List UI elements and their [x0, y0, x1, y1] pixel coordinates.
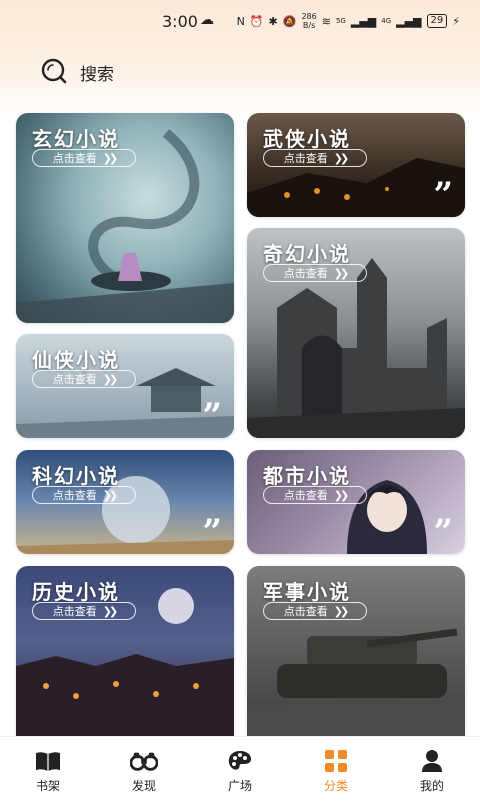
double-chevron-icon: ❯❯	[333, 604, 350, 618]
search-bar[interactable]: 搜索	[40, 56, 114, 88]
category-card-lishi[interactable]: 历史小说 点击查看 ❯❯	[16, 566, 234, 736]
view-button-label: 点击查看	[52, 489, 97, 502]
net-speed-unit: B/s	[302, 21, 316, 30]
double-chevron-icon: ❯❯	[333, 266, 350, 280]
bluetooth-icon: ✱	[268, 14, 278, 28]
status-time: 3:00	[162, 12, 198, 31]
card-title: 历史小说	[32, 580, 120, 604]
view-button-label: 点击查看	[52, 152, 97, 165]
quote-icon: ”	[433, 512, 453, 552]
double-chevron-icon: ❯❯	[333, 488, 350, 502]
view-button[interactable]: 点击查看 ❯❯	[263, 264, 367, 282]
signal-icon-2: ▂▄▆	[396, 14, 422, 28]
view-button[interactable]: 点击查看 ❯❯	[263, 149, 367, 167]
view-button[interactable]: 点击查看 ❯❯	[32, 370, 136, 388]
alarm-icon: ⏰	[249, 14, 264, 28]
nav-category[interactable]: 分类	[288, 737, 384, 794]
double-chevron-icon: ❯❯	[102, 151, 119, 165]
search-icon	[41, 58, 67, 84]
wifi-icon: ≋	[321, 14, 331, 28]
category-card-kehuan[interactable]: 科幻小说 点击查看 ❯❯ ”	[16, 450, 234, 554]
mute-icon: 🔕	[282, 14, 297, 28]
card-title: 奇幻小说	[263, 242, 351, 266]
card-title: 都市小说	[263, 464, 351, 488]
nav-label: 我的	[419, 779, 444, 793]
view-button-label: 点击查看	[283, 267, 328, 280]
nav-label: 发现	[131, 779, 156, 793]
battery-icon: 29	[426, 14, 448, 28]
card-title: 科幻小说	[32, 464, 120, 488]
nav-discover[interactable]: 发现	[96, 737, 192, 794]
double-chevron-icon: ❯❯	[333, 151, 350, 165]
category-card-qihuan[interactable]: 奇幻小说 点击查看 ❯❯	[247, 228, 465, 438]
signal-icon: ▂▄▆	[350, 14, 377, 28]
binoculars-icon	[130, 749, 158, 773]
view-button-label: 点击查看	[283, 605, 328, 618]
category-card-xuanhuan[interactable]: 玄幻小说 点击查看 ❯❯	[16, 113, 234, 323]
palette-icon	[226, 749, 254, 773]
double-chevron-icon: ❯❯	[102, 488, 119, 502]
nav-bookshelf[interactable]: 书架	[0, 737, 96, 794]
person-icon	[418, 749, 446, 773]
card-title: 武侠小说	[263, 127, 351, 151]
view-button[interactable]: 点击查看 ❯❯	[32, 149, 136, 167]
view-button-label: 点击查看	[283, 489, 328, 502]
quote-icon: ”	[202, 396, 222, 436]
nav-label: 书架	[35, 779, 60, 793]
wechat-icon: ☁	[200, 12, 214, 28]
category-card-dushi[interactable]: 都市小说 点击查看 ❯❯ ”	[247, 450, 465, 554]
quote-icon: ”	[202, 512, 222, 552]
card-title: 仙侠小说	[32, 348, 120, 372]
status-bar: 3:00 ☁ N ⏰ ✱ 🔕 286 B/s ≋ 5G ▂▄▆ 4G ▂▄▆ 2…	[0, 0, 480, 44]
double-chevron-icon: ❯❯	[102, 604, 119, 618]
signal-5g-label: 5G	[335, 17, 346, 25]
search-label: 搜索	[80, 64, 114, 85]
nav-square[interactable]: 广场	[192, 737, 288, 794]
view-button[interactable]: 点击查看 ❯❯	[32, 486, 136, 504]
net-speed: 286 B/s	[301, 12, 316, 30]
status-icons: N ⏰ ✱ 🔕 286 B/s ≋ 5G ▂▄▆ 4G ▂▄▆ 29 ⚡	[237, 12, 460, 30]
double-chevron-icon: ❯❯	[102, 372, 119, 386]
view-button[interactable]: 点击查看 ❯❯	[32, 602, 136, 620]
view-button-label: 点击查看	[283, 152, 328, 165]
nav-mine[interactable]: 我的	[384, 737, 480, 794]
view-button[interactable]: 点击查看 ❯❯	[263, 602, 367, 620]
charging-icon: ⚡	[452, 14, 460, 28]
card-title: 玄幻小说	[32, 127, 120, 151]
view-button-label: 点击查看	[52, 605, 97, 618]
category-card-junshi[interactable]: 军事小说 点击查看 ❯❯	[247, 566, 465, 736]
nav-label: 分类	[323, 779, 348, 793]
card-title: 军事小说	[263, 580, 351, 604]
category-card-wuxia[interactable]: 武侠小说 点击查看 ❯❯ ”	[247, 113, 465, 217]
view-button[interactable]: 点击查看 ❯❯	[263, 486, 367, 504]
view-button-label: 点击查看	[52, 373, 97, 386]
grid-icon	[322, 749, 350, 773]
book-icon	[34, 749, 62, 773]
nav-label: 广场	[227, 779, 252, 793]
bottom-nav: 书架 发现 广场 分类 我的	[0, 736, 480, 801]
nfc-icon: N	[236, 14, 245, 28]
net-speed-value: 286	[301, 12, 317, 21]
category-card-xianxia[interactable]: 仙侠小说 点击查看 ❯❯ ”	[16, 334, 234, 438]
signal-4g-label: 4G	[381, 17, 392, 25]
quote-icon: ”	[433, 175, 453, 215]
